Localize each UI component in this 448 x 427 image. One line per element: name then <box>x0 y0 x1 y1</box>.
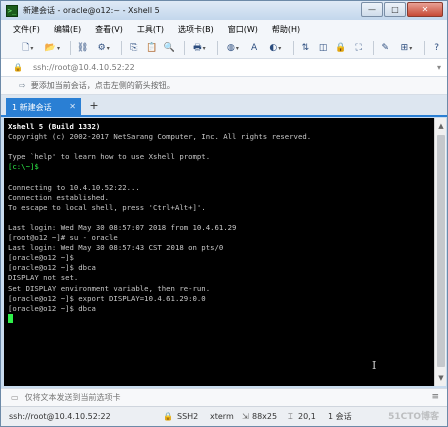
menu-bar: 文件(F) 编辑(E) 查看(V) 工具(T) 选项卡(B) 窗口(W) 帮助(… <box>1 20 447 38</box>
status-sessions: 1 会话 <box>328 412 352 421</box>
send-target-label: 仅将文本发送到当前选项卡 <box>24 393 121 402</box>
toolbar: 🗋 📂 ⛓ ⚙ ⎘ 📋 🔍 🖶 ◍ A ◐ ⇅ ◫ 🔒 ⛶ ✎ ⊞ ? <box>1 38 447 59</box>
terminal-line: [oracle@o12 ~]$ dbca <box>8 303 96 313</box>
menu-window[interactable]: 窗口(W) <box>228 24 258 35</box>
xshell-app-icon: >_ <box>6 4 18 17</box>
terminal-line: DISPLAY not set. <box>8 273 79 283</box>
help-icon[interactable]: ? <box>429 41 444 56</box>
scrollbar-thumb[interactable] <box>437 135 445 367</box>
disconnect-icon[interactable]: ⛓ <box>75 41 90 56</box>
xshell-window: >_ 新建会话 - oracle@o12:~ - Xshell 5 — □ ✕ … <box>0 0 448 427</box>
terminal-output[interactable]: Xshell 5 (Build 1332) Copyright (c) 2002-… <box>4 118 434 386</box>
terminal-line: Last login: Wed May 30 08:57:07 2018 fro… <box>8 222 237 232</box>
terminal-line: Connection established. <box>8 192 110 202</box>
terminal-line: [root@o12 ~]# su - oracle <box>8 233 118 243</box>
bookmark-arrow-icon[interactable]: ⇨ <box>19 81 26 90</box>
status-cursor-pos: 20,1 <box>298 412 316 421</box>
open-folder-icon[interactable]: 📂 <box>42 41 64 56</box>
send-target-icon[interactable]: ▭ <box>11 393 19 402</box>
address-input[interactable]: ssh://root@10.4.10.52:22 <box>33 63 135 72</box>
terminal-cursor <box>8 313 13 323</box>
new-tab-button[interactable]: + <box>87 99 101 114</box>
status-protocol: SSH2 <box>177 412 199 421</box>
status-lock-icon: 🔒 <box>163 412 173 421</box>
status-connection: ssh://root@10.4.10.52:22 <box>9 412 111 421</box>
properties-icon[interactable]: ⚙ <box>93 41 115 56</box>
menu-tools[interactable]: 工具(T) <box>137 24 164 35</box>
terminal-line: Type `help' to learn how to use Xshell p… <box>8 152 211 162</box>
terminal-line: Connecting to 10.4.10.52:22... <box>8 182 140 192</box>
print-icon[interactable]: 🖶 <box>189 41 211 56</box>
maximize-button[interactable]: □ <box>384 2 406 17</box>
status-terminal-type: xterm <box>210 412 234 421</box>
address-lock-icon: 🔒 <box>13 63 23 72</box>
fullscreen-icon[interactable]: ⛶ <box>351 41 366 56</box>
toolbar-separator <box>293 41 295 55</box>
address-dropdown-icon[interactable]: ▾ <box>437 63 441 72</box>
tab-label: 1 新建会话 <box>12 103 52 112</box>
terminal-scrollbar[interactable]: ▲ ▼ <box>434 118 446 386</box>
font-icon[interactable]: A <box>247 41 262 56</box>
status-cursor-icon: ⌶ <box>288 411 293 421</box>
menu-file[interactable]: 文件(F) <box>13 24 40 35</box>
session-hint-bar: ⇨ 要添加当前会话，点击左侧的箭头按钮。 <box>1 77 447 95</box>
xftp-icon[interactable]: ⇅ <box>298 41 313 56</box>
address-bar[interactable]: 🔒 ssh://root@10.4.10.52:22 ▾ <box>1 59 447 77</box>
find-icon[interactable]: 🔍 <box>162 41 177 56</box>
scroll-down-icon[interactable]: ▼ <box>435 372 447 384</box>
globe-icon[interactable]: ◍ <box>222 41 244 56</box>
terminal-line: Xshell 5 (Build 1332) <box>8 122 101 131</box>
toolbar-separator <box>372 41 374 55</box>
terminal-line: Copyright (c) 2002-2017 NetSarang Comput… <box>8 132 312 142</box>
title-bar[interactable]: >_ 新建会话 - oracle@o12:~ - Xshell 5 — □ ✕ <box>1 1 447 20</box>
toolbar-separator <box>121 41 123 55</box>
compose-send-bar[interactable]: ▭ 仅将文本发送到当前选项卡 ≡ <box>1 388 447 406</box>
menu-help[interactable]: 帮助(H) <box>272 24 300 35</box>
new-session-icon[interactable]: 🗋 <box>17 41 39 56</box>
lock-icon[interactable]: 🔒 <box>334 41 349 56</box>
window-title: 新建会话 - oracle@o12:~ - Xshell 5 <box>23 6 160 15</box>
watermark: 51CTO博客 <box>388 412 439 422</box>
toolbar-separator <box>424 41 426 55</box>
terminal-line: [oracle@o12 ~]$ export DISPLAY=10.4.61.2… <box>8 293 206 303</box>
tab-close-icon[interactable]: ✕ <box>69 102 76 111</box>
status-size-icon: ⇲ <box>242 412 249 421</box>
menu-tabs[interactable]: 选项卡(B) <box>178 24 214 35</box>
terminal-line: [c:\~]$ <box>8 162 39 172</box>
terminal-line: [oracle@o12 ~]$ <box>8 253 74 263</box>
tab-new-session[interactable]: 1 新建会话 ✕ <box>6 98 81 117</box>
color-icon[interactable]: ◐ <box>265 41 287 56</box>
status-bar: ssh://root@10.4.10.52:22 🔒 SSH2 xterm ⇲ … <box>1 406 447 426</box>
terminal-line: Set DISPLAY environment variable, then r… <box>8 283 211 293</box>
toolbar-separator <box>217 41 219 55</box>
add-icon[interactable]: ⊞ <box>396 41 418 56</box>
session-hint-text: 要添加当前会话，点击左侧的箭头按钮。 <box>30 81 175 90</box>
text-cursor-ibeam-icon: I <box>372 359 377 372</box>
scroll-up-icon[interactable]: ▲ <box>435 120 447 132</box>
send-menu-icon[interactable]: ≡ <box>431 392 439 402</box>
tab-bar: 1 新建会话 ✕ + <box>1 95 447 117</box>
close-button[interactable]: ✕ <box>407 2 443 17</box>
copy-icon[interactable]: ⎘ <box>126 41 141 56</box>
transparency-icon[interactable]: ◫ <box>316 41 331 56</box>
menu-edit[interactable]: 编辑(E) <box>54 24 81 35</box>
menu-view[interactable]: 查看(V) <box>95 24 123 35</box>
terminal-line: [oracle@o12 ~]$ dbca <box>8 263 96 273</box>
toolbar-separator <box>183 41 185 55</box>
status-size: 88x25 <box>252 412 278 421</box>
compose-icon[interactable]: ✎ <box>378 41 393 56</box>
minimize-button[interactable]: — <box>361 2 383 17</box>
terminal-line: To escape to local shell, press 'Ctrl+Al… <box>8 202 206 212</box>
terminal-cursor-line <box>8 313 434 324</box>
toolbar-separator <box>70 41 72 55</box>
paste-icon[interactable]: 📋 <box>144 41 159 56</box>
terminal-line: Last login: Wed May 30 08:57:43 CST 2018… <box>8 243 224 253</box>
